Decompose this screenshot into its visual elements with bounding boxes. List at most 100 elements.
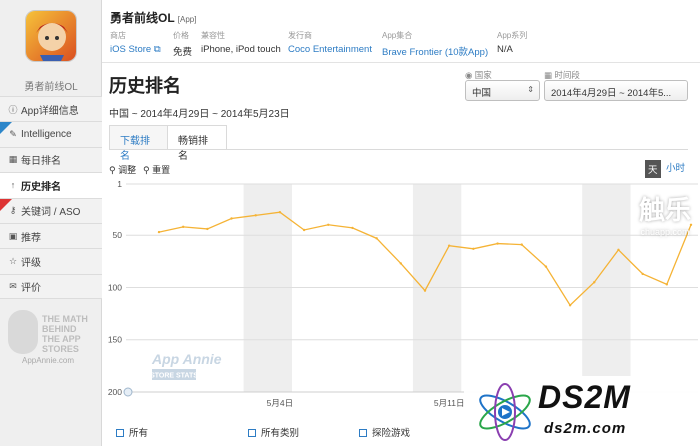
data-point — [327, 223, 330, 226]
app-annie-promo[interactable]: THE MATH BEHIND THE APP STORES AppAnnie.… — [6, 306, 96, 368]
series-value: N/A — [497, 44, 513, 55]
data-point — [544, 265, 548, 268]
sidebar-item-reviews[interactable]: ✉ 评价 — [0, 273, 102, 300]
zoom-button[interactable]: ⚲ 调整 — [109, 163, 136, 176]
bookmark-icon: ▣ — [8, 230, 18, 241]
header-divider — [102, 62, 700, 63]
sidebar-item-history-rank[interactable]: ↑ 历史排名 — [0, 172, 109, 198]
data-point — [278, 211, 282, 214]
data-point — [399, 262, 403, 265]
country-select[interactable]: 中国 ⇕ — [465, 80, 540, 101]
beta-ribbon — [0, 122, 12, 135]
tab-downloads[interactable]: 下载排名 — [109, 125, 169, 162]
data-point — [351, 226, 354, 230]
checkbox-all[interactable]: 所有 — [116, 425, 148, 439]
collection-link[interactable]: Brave Frontier (10款App) — [382, 44, 488, 58]
price-value: 免费 — [173, 47, 193, 58]
sidebar-item-app-details[interactable]: ⓘ App详细信息 — [0, 96, 102, 122]
x-tick-label: 5月4日 — [267, 398, 293, 408]
data-point — [206, 227, 209, 231]
checkbox-box — [359, 429, 367, 437]
ds2m-watermark: DS2M ds2m.com — [464, 376, 700, 446]
sidebar-item-label: 每日排名 — [21, 156, 61, 168]
data-point — [230, 217, 233, 220]
data-point — [665, 283, 669, 286]
calendar-icon: ▦ — [544, 70, 553, 80]
store-link[interactable]: iOS Store ⧉ — [110, 44, 161, 55]
chuapp-watermark-url: chuapp.com — [640, 227, 690, 237]
chart-watermark-title: App Annie — [151, 351, 222, 367]
sidebar-item-keywords[interactable]: ⚷ 关键词 / ASO — [0, 197, 102, 223]
weekend-band — [582, 184, 631, 392]
data-point — [447, 244, 451, 247]
meta-compat: 兼容性 iPhone, iPod touch — [201, 30, 281, 55]
select-arrows-icon: ⇕ — [527, 85, 534, 94]
page-title: 历史排名 — [109, 76, 181, 96]
compat-value: iPhone, iPod touch — [201, 44, 281, 55]
meta-publisher: 发行商 Coco Entertainment — [288, 30, 372, 55]
sidebar-item-label: 历史排名 — [21, 181, 61, 193]
checkbox-label: 所有类别 — [261, 428, 300, 439]
granularity-day-button[interactable]: 天 — [645, 160, 661, 178]
star-icon: ☆ — [8, 256, 18, 267]
sidebar-item-featured[interactable]: ▣ 推荐 — [0, 222, 102, 249]
chuapp-watermark-text: 触乐 — [638, 195, 691, 225]
meta-label: 价格 — [173, 31, 189, 40]
country-label-text: 国家 — [474, 70, 492, 80]
atom-logo-icon — [479, 383, 531, 441]
checkbox-box — [116, 429, 124, 437]
app-title: 勇者前线OL [App] — [110, 9, 196, 26]
sidebar-item-label: App详细信息 — [21, 105, 79, 117]
app-icon — [25, 10, 77, 62]
publisher-link[interactable]: Coco Entertainment — [288, 44, 372, 55]
meta-collection: App集合 Brave Frontier (10款App) — [382, 30, 488, 58]
data-point — [157, 230, 161, 234]
meta-label: 发行商 — [288, 31, 312, 40]
arrow-up-icon: ↑ — [10, 180, 16, 191]
sidebar-item-label: 关键词 / ASO — [21, 207, 81, 219]
meta-label: 兼容性 — [201, 31, 225, 40]
checkbox-label: 所有 — [129, 428, 149, 439]
country-select-value: 中国 — [472, 88, 492, 99]
chuapp-watermark: 触乐 chuapp.com — [630, 190, 700, 237]
ds2m-logo-text: DS2M — [538, 379, 631, 415]
sidebar-item-daily-rank[interactable]: ▦ 每日排名 — [0, 146, 102, 173]
granularity-hour-button[interactable]: 小时 — [666, 160, 685, 174]
period-select[interactable]: 2014年4月29日 ~ 2014年5... — [544, 80, 688, 101]
chart-watermark-subtitle: STORE STATS — [150, 373, 198, 380]
sidebar-item-label: 推荐 — [21, 232, 41, 244]
meta-store: 商店 iOS Store ⧉ — [110, 30, 161, 55]
tabs-divider — [109, 149, 688, 150]
sidebar-item-label: 评级 — [21, 258, 41, 270]
data-point — [472, 247, 475, 251]
meta-price: 价格 免费 — [173, 30, 192, 58]
sidebar-item-intelligence[interactable]: ✎ Intelligence — [0, 121, 102, 147]
data-point — [302, 228, 306, 232]
tab-grossing[interactable]: 畅销排名 — [167, 125, 227, 162]
x-tick-label: 5月11日 — [434, 398, 465, 408]
weekend-band — [412, 184, 462, 392]
calendar-icon: ▦ — [8, 154, 18, 165]
checkbox-adventure[interactable]: 探险游戏 — [359, 425, 410, 439]
magnifier-icon: ⚲ — [109, 165, 116, 175]
zoom-label: 调整 — [118, 165, 137, 175]
reset-label: 重置 — [152, 165, 171, 175]
data-point — [568, 304, 572, 307]
data-point — [593, 281, 596, 284]
globe-icon: ◉ — [465, 70, 473, 80]
checkbox-all-categories[interactable]: 所有类别 — [248, 425, 299, 439]
sidebar-app-name: 勇者前线OL — [24, 82, 78, 93]
meta-label: App集合 — [382, 31, 413, 40]
reset-button[interactable]: ⚲ 重置 — [143, 163, 170, 176]
mascot-icon — [8, 310, 38, 354]
sidebar-nav: ⓘ App详细信息 ✎ Intelligence ▦ 每日排名 ↑ 历史排名 ⚷… — [0, 96, 109, 300]
sidebar: 勇者前线OL ⓘ App详细信息 ✎ Intelligence ▦ 每日排名 ↑… — [0, 0, 109, 446]
sidebar-item-ratings[interactable]: ☆ 评级 — [0, 248, 102, 274]
y-tick-label: 150 — [108, 335, 122, 345]
navigator-handle-icon — [123, 387, 133, 397]
magnifier-icon: ⚲ — [143, 165, 150, 175]
promo-site: AppAnnie.com — [22, 356, 75, 365]
data-point — [496, 242, 499, 245]
app-title-text: 勇者前线OL — [110, 11, 175, 25]
y-tick-label: 50 — [113, 230, 123, 240]
